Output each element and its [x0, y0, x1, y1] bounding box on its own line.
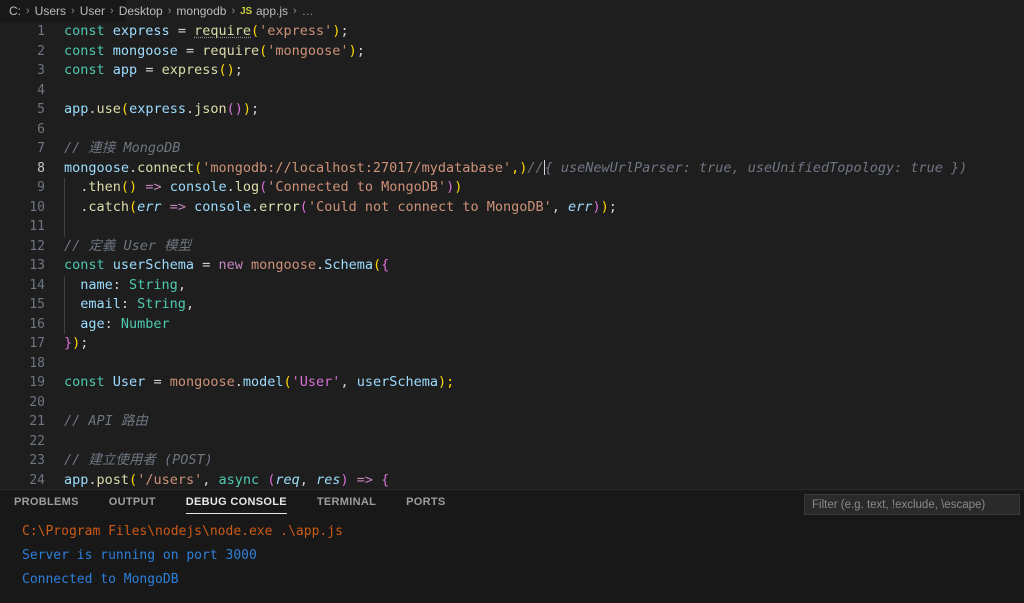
line-number: 24: [29, 472, 45, 488]
vscode-window: C: › Users › User › Desktop › mongodb › …: [0, 0, 1024, 603]
line-content: .catch(err => console.error('Could not c…: [64, 198, 617, 215]
line-number: 7: [37, 141, 45, 156]
line-content: const express = require('express');: [64, 23, 349, 39]
bottom-panel: PROBLEMS OUTPUT DEBUG CONSOLE TERMINAL P…: [0, 490, 1024, 603]
inline-suggestion: { useNewUrlParser: true, useUnifiedTopol…: [544, 159, 968, 176]
code-line[interactable]: 5 app.use(express.json());: [0, 100, 1024, 120]
line-content: // 連接 MongoDB: [64, 140, 181, 156]
line-number: 6: [37, 121, 45, 137]
code-line[interactable]: 12 // 定義 User 模型: [0, 237, 1024, 257]
line-content: .then() => console.log('Connected to Mon…: [64, 179, 463, 195]
breadcrumb-items: C: › Users › User › Desktop › mongodb › …: [9, 4, 315, 18]
code-line[interactable]: 23 // 建立使用者 (POST): [0, 451, 1024, 471]
code-line[interactable]: 14 name: String,: [0, 275, 1024, 295]
line-number: 8: [37, 160, 45, 176]
breadcrumb-segment-desktop[interactable]: Desktop: [119, 4, 163, 18]
code-line[interactable]: 1 const express = require('express');: [0, 22, 1024, 42]
line-number: 14: [29, 277, 45, 293]
breadcrumb-segment-users[interactable]: Users: [35, 4, 66, 18]
line-number: 3: [37, 63, 45, 78]
breadcrumb-segment-user[interactable]: User: [80, 4, 105, 18]
console-line-command: C:\Program Files\nodejs\node.exe .\app.j…: [22, 524, 343, 539]
code-line[interactable]: 3 const app = express();: [0, 61, 1024, 81]
chevron-right-icon: ›: [293, 5, 297, 17]
debug-console-output[interactable]: C:\Program Files\nodejs\node.exe .\app.j…: [0, 520, 1024, 603]
breadcrumb-segment-drive[interactable]: C:: [9, 4, 21, 18]
tab-output[interactable]: OUTPUT: [109, 496, 156, 513]
code-line[interactable]: 15 email: String,: [0, 295, 1024, 315]
tab-terminal[interactable]: TERMINAL: [317, 496, 376, 513]
line-content: email: String,: [80, 296, 195, 312]
breadcrumb-segment-mongodb[interactable]: mongodb: [176, 4, 226, 18]
indent-guide: [64, 217, 65, 237]
code-line-active[interactable]: 8 mongoose.connect('mongodb://localhost:…: [0, 159, 1024, 179]
line-number: 23: [29, 453, 45, 468]
chevron-right-icon: ›: [231, 5, 236, 17]
line-content: });: [64, 335, 89, 351]
code-line[interactable]: 22: [0, 432, 1024, 452]
code-line[interactable]: 11: [0, 217, 1024, 237]
code-line[interactable]: 17 });: [0, 334, 1024, 354]
line-number: 17: [29, 336, 45, 351]
chevron-right-icon: ›: [26, 5, 30, 17]
tab-debug-console[interactable]: DEBUG CONSOLE: [185, 496, 287, 514]
line-number: 4: [37, 82, 45, 98]
line-number: 9: [37, 180, 45, 195]
line-number: 5: [37, 102, 45, 117]
console-line-output: Connected to MongoDB: [22, 572, 179, 587]
chevron-right-icon: ›: [167, 5, 172, 17]
line-number: 20: [29, 394, 45, 410]
line-content: app.post('/users', async (req, res) => {: [64, 471, 390, 488]
code-line[interactable]: 16 age: Number: [0, 314, 1024, 334]
filter-input[interactable]: Filter (e.g. text, !exclude, \escape): [804, 494, 1020, 515]
line-content: const User = mongoose.model('User', user…: [64, 374, 455, 390]
code-line[interactable]: 18: [0, 354, 1024, 374]
breadcrumb: C: › Users › User › Desktop › mongodb › …: [0, 0, 1024, 22]
line-number: 10: [29, 199, 45, 215]
code-line[interactable]: 13 const userSchema = new mongoose.Schem…: [0, 256, 1024, 276]
line-content: app.use(express.json());: [64, 101, 260, 117]
code-line[interactable]: 19 const User = mongoose.model('User', u…: [0, 373, 1024, 393]
line-content: age: Number: [80, 315, 170, 332]
panel-tab-bar: PROBLEMS OUTPUT DEBUG CONSOLE TERMINAL P…: [0, 490, 1024, 518]
code-line[interactable]: 10 .catch(err => console.error('Could no…: [0, 197, 1024, 217]
breadcrumb-file-name[interactable]: app.js: [256, 4, 288, 18]
line-content: name: String,: [80, 276, 186, 293]
code-line[interactable]: 9 .then() => console.log('Connected to M…: [0, 178, 1024, 198]
line-number: 18: [29, 355, 45, 371]
filter-placeholder: Filter (e.g. text, !exclude, \escape): [812, 498, 986, 511]
line-number: 13: [29, 258, 45, 273]
code-editor[interactable]: 1 const express = require('express'); 2 …: [0, 22, 1024, 489]
line-number: 15: [29, 297, 45, 312]
code-line[interactable]: 24 app.post('/users', async (req, res) =…: [0, 471, 1024, 490]
code-line[interactable]: 2 const mongoose = require('mongoose');: [0, 42, 1024, 62]
javascript-file-icon: JS: [240, 5, 252, 17]
code-line[interactable]: 20: [0, 393, 1024, 413]
console-line-output: Server is running on port 3000: [22, 548, 257, 563]
tab-ports[interactable]: PORTS: [406, 496, 445, 513]
line-number: 11: [29, 219, 45, 234]
line-number: 16: [29, 316, 45, 332]
chevron-right-icon: ›: [110, 5, 114, 17]
chevron-right-icon: ›: [71, 5, 75, 17]
line-content: const app = express();: [64, 62, 243, 78]
line-content: const userSchema = new mongoose.Schema({: [64, 257, 390, 273]
breadcrumb-overflow[interactable]: …: [302, 4, 315, 18]
line-content: // 定義 User 模型: [64, 237, 192, 254]
code-line[interactable]: 4: [0, 81, 1024, 101]
line-content: mongoose.connect('mongodb://localhost:27…: [64, 159, 968, 176]
line-number: 1: [37, 24, 45, 39]
line-content: const mongoose = require('mongoose');: [64, 42, 365, 59]
code-line[interactable]: 7 // 連接 MongoDB: [0, 139, 1024, 159]
line-content: // API 路由: [64, 413, 148, 429]
line-number: 12: [29, 238, 45, 254]
line-number: 21: [29, 414, 45, 429]
line-number: 19: [29, 375, 45, 390]
line-number: 22: [29, 433, 45, 449]
line-content: // 建立使用者 (POST): [64, 452, 213, 468]
code-line[interactable]: 6: [0, 120, 1024, 140]
code-line[interactable]: 21 // API 路由: [0, 412, 1024, 432]
line-number: 2: [37, 43, 45, 59]
tab-problems[interactable]: PROBLEMS: [14, 496, 79, 513]
